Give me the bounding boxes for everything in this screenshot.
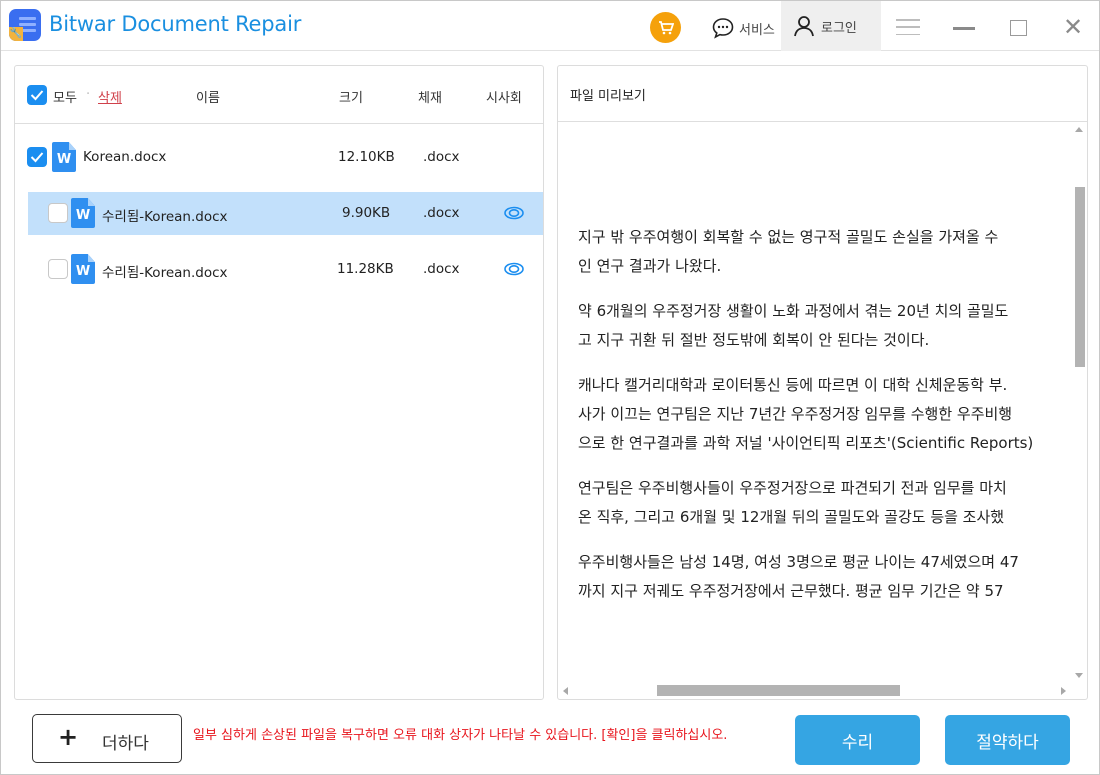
close-icon: ✕ <box>1062 13 1084 41</box>
menu-icon-line <box>896 26 920 28</box>
file-size: 12.10KB <box>338 149 395 165</box>
title-bar: 🔧 Bitwar Document Repair 서비스 로그인 ✕ <box>1 1 1099 51</box>
scroll-up-arrow[interactable] <box>1075 127 1083 132</box>
app-title: Bitwar Document Repair <box>49 12 302 36</box>
file-row[interactable]: W Korean.docx 12.10KB .docx <box>15 136 543 179</box>
select-all-label[interactable]: 모두 <box>53 87 77 106</box>
file-size: 11.28KB <box>337 261 394 277</box>
cart-icon <box>658 20 674 34</box>
menu-icon-line <box>896 19 920 21</box>
file-format: .docx <box>423 261 460 277</box>
header-separator: · <box>86 87 91 102</box>
document-line: 사가 이끄는 연구팀은 지난 7년간 우주정거장 임무를 수행한 우주비행 <box>578 405 1013 423</box>
document-line: 온 직후, 그리고 6개월 및 12개월 뒤의 골밀도와 골강도 등을 조사했 <box>578 508 1005 526</box>
checkmark-icon <box>30 90 44 101</box>
file-name: 수리됨-Korean.docx <box>102 265 228 281</box>
file-name: 수리됨-Korean.docx <box>102 209 228 225</box>
column-header-preview: 시사회 <box>486 91 522 106</box>
cart-button[interactable] <box>650 12 681 43</box>
file-list-header: 모두 · 삭제 이름 크기 체재 시사회 <box>15 66 543 124</box>
delete-link[interactable]: 삭제 <box>98 87 122 106</box>
row-checkbox[interactable] <box>48 203 68 223</box>
file-size: 9.90KB <box>342 205 391 221</box>
scroll-down-arrow[interactable] <box>1075 673 1083 678</box>
document-line: 으로 한 연구결과를 과학 저널 '사이언티픽 리포츠'(Scientific … <box>578 434 1034 452</box>
preview-eye-icon[interactable] <box>504 262 524 276</box>
document-line: 연구팀은 우주비행사들이 우주정거장으로 파견되기 전과 임무를 마치 <box>578 479 1007 497</box>
add-file-button[interactable]: + 더하다 <box>32 714 182 763</box>
app-logo-icon: 🔧 <box>9 9 41 41</box>
scroll-left-arrow[interactable] <box>563 687 568 695</box>
save-button[interactable]: 절약하다 <box>945 715 1070 765</box>
file-row[interactable]: W 수리됨-Korean.docx 11.28KB .docx <box>28 248 543 291</box>
service-button[interactable]: 서비스 <box>711 15 775 41</box>
add-file-label: 더하다 <box>102 734 149 754</box>
checkmark-icon <box>30 152 44 163</box>
row-checkbox[interactable] <box>27 147 47 167</box>
warning-message: 일부 심하게 손상된 파일을 복구하면 오류 대화 상자가 나타날 수 있습니다… <box>193 728 728 743</box>
vertical-scrollbar-thumb[interactable] <box>1075 187 1085 367</box>
document-line: 우주비행사들은 남성 14명, 여성 3명으로 평균 나이는 47세였으며 47 <box>578 553 1019 571</box>
row-checkbox[interactable] <box>48 259 68 279</box>
file-format: .docx <box>423 149 460 165</box>
file-row[interactable]: W 수리됨-Korean.docx 9.90KB .docx <box>28 192 543 235</box>
chat-icon <box>712 18 734 39</box>
menu-button[interactable] <box>896 19 920 35</box>
document-paragraph: 약 6개월의 우주정거장 생활이 노화 과정에서 겪는 20년 치의 골밀도고 … <box>578 297 1087 355</box>
column-header-size: 크기 <box>339 91 363 106</box>
word-file-icon: W <box>71 198 95 228</box>
select-all-checkbox[interactable] <box>27 85 47 105</box>
plus-icon: + <box>58 723 79 751</box>
document-line: 고 지구 귀환 뒤 절반 정도밖에 회복이 안 된다는 것이다. <box>578 331 930 349</box>
app-window: 🔧 Bitwar Document Repair 서비스 로그인 ✕ 모두 · … <box>0 0 1100 775</box>
column-header-name: 이름 <box>196 91 220 106</box>
close-button[interactable]: ✕ <box>1061 15 1085 39</box>
horizontal-scrollbar-thumb[interactable] <box>657 685 900 696</box>
file-name: Korean.docx <box>83 149 167 165</box>
document-text: 지구 밖 우주여행이 회복할 수 없는 영구적 골밀도 손실을 가져올 수인 연… <box>578 223 1087 622</box>
login-label: 로그인 <box>821 20 857 36</box>
minimize-button[interactable] <box>953 27 975 30</box>
preview-panel: 파일 미리보기 지구 밖 우주여행이 회복할 수 없는 영구적 골밀도 손실을 … <box>557 65 1088 700</box>
column-header-format: 체재 <box>418 91 442 106</box>
preview-document[interactable]: 지구 밖 우주여행이 회복할 수 없는 영구적 골밀도 손실을 가져올 수인 연… <box>558 123 1087 699</box>
document-paragraph: 연구팀은 우주비행사들이 우주정거장으로 파견되기 전과 임무를 마치온 직후,… <box>578 474 1087 532</box>
login-button[interactable]: 로그인 <box>781 1 881 51</box>
document-line: 약 6개월의 우주정거장 생활이 노화 과정에서 겪는 20년 치의 골밀도 <box>578 302 1009 320</box>
user-icon <box>794 16 814 37</box>
repair-button[interactable]: 수리 <box>795 715 920 765</box>
preview-eye-icon[interactable] <box>504 206 524 220</box>
menu-icon-line <box>896 33 920 35</box>
document-line: 지구 밖 우주여행이 회복할 수 없는 영구적 골밀도 손실을 가져올 수 <box>578 228 999 246</box>
service-label: 서비스 <box>739 22 775 38</box>
scroll-right-arrow[interactable] <box>1061 687 1066 695</box>
file-format: .docx <box>423 205 460 221</box>
document-line: 까지 지구 저궤도 우주정거장에서 근무했다. 평균 임무 기간은 약 57 <box>578 582 1004 600</box>
document-paragraph: 지구 밖 우주여행이 회복할 수 없는 영구적 골밀도 손실을 가져올 수인 연… <box>578 223 1087 281</box>
document-line: 인 연구 결과가 나왔다. <box>578 257 722 275</box>
preview-title: 파일 미리보기 <box>558 66 1087 122</box>
file-list-panel: 모두 · 삭제 이름 크기 체재 시사회 W Korean.docx 12.10… <box>14 65 544 700</box>
word-file-icon: W <box>52 142 76 172</box>
document-paragraph: 캐나다 캘거리대학과 로이터통신 등에 따르면 이 대학 신체운동학 부. 사가 … <box>578 371 1087 458</box>
document-paragraph: 우주비행사들은 남성 14명, 여성 3명으로 평균 나이는 47세였으며 47… <box>578 548 1087 606</box>
document-line: 캐나다 캘거리대학과 로이터통신 등에 따르면 이 대학 신체운동학 부. <box>578 376 1008 394</box>
maximize-button[interactable] <box>1010 20 1027 36</box>
word-file-icon: W <box>71 254 95 284</box>
